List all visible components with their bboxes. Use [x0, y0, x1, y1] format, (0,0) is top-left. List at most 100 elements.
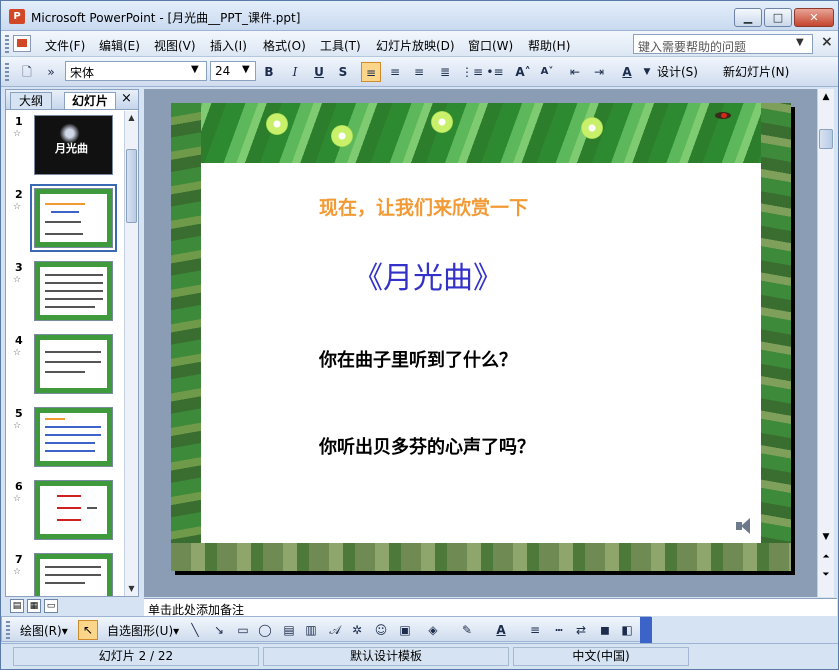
arrow-style-icon[interactable]: ⇄ — [572, 621, 590, 639]
underline-button[interactable]: U — [309, 62, 329, 82]
font-color-icon[interactable]: A — [617, 62, 637, 82]
slide-thumb-2[interactable]: 2 ☆ — [6, 184, 124, 254]
shadow-style-icon[interactable]: ◼ — [596, 621, 614, 639]
menu-edit[interactable]: 编辑(E) — [99, 37, 140, 54]
slide-thumbnail[interactable] — [34, 553, 113, 596]
slide-vertical-scrollbar[interactable]: ▲ ▼ ⏶ ⏷ — [817, 89, 834, 597]
wordart-icon[interactable]: 𝒜 — [326, 621, 344, 639]
rectangle-icon[interactable]: ▭ — [234, 621, 252, 639]
status-design-template[interactable]: 默认设计模板 — [263, 647, 509, 666]
slide-thumb-5[interactable]: 5 ☆ — [6, 403, 124, 473]
menu-window[interactable]: 窗口(W) — [468, 37, 513, 54]
current-slide[interactable]: 现在，让我们来欣赏一下 《月光曲》 你在曲子里听到了什么？ 你听出贝多芬的心声了… — [171, 103, 791, 571]
next-slide-icon[interactable]: ⏷ — [818, 567, 834, 583]
decrease-font-icon[interactable]: A˅ — [537, 62, 557, 82]
line-style-icon[interactable]: ≡ — [526, 621, 544, 639]
italic-button[interactable]: I — [285, 62, 305, 82]
align-right-icon[interactable]: ≡ — [409, 62, 429, 82]
3d-style-icon[interactable]: ◧ — [618, 621, 636, 639]
slideshow-view-icon[interactable]: ▭ — [44, 599, 58, 613]
maximize-button[interactable]: □ — [764, 8, 792, 27]
slide-thumbnail[interactable] — [30, 184, 117, 252]
align-center-icon[interactable]: ≡ — [385, 62, 405, 82]
menu-format[interactable]: 格式(O) — [263, 37, 306, 54]
fill-color-icon[interactable]: ◈ — [424, 621, 442, 639]
clip-art-icon[interactable]: ☺ — [372, 621, 390, 639]
diagram-icon[interactable]: ✲ — [348, 621, 366, 639]
scroll-down-icon[interactable]: ▼ — [125, 582, 138, 596]
font-color-dropdown-icon[interactable]: ▼ — [637, 62, 657, 82]
dash-style-icon[interactable]: ┅ — [550, 621, 568, 639]
font-color-icon[interactable]: A — [492, 621, 510, 639]
slide-title[interactable]: 《月光曲》 — [353, 253, 503, 297]
numbered-list-icon[interactable]: ⋮≡ — [461, 62, 483, 82]
menu-grip-handle[interactable] — [5, 35, 9, 53]
toolbar-grip-handle[interactable] — [6, 621, 10, 639]
align-left-icon[interactable]: ≡ — [361, 62, 381, 82]
title-bar[interactable]: P Microsoft PowerPoint - [月光曲__PPT_课件.pp… — [1, 1, 838, 31]
slide-thumbnail[interactable] — [34, 261, 113, 321]
decrease-indent-icon[interactable]: ⇤ — [565, 62, 585, 82]
slide-sorter-view-icon[interactable]: ▦ — [27, 599, 41, 613]
menu-view[interactable]: 视图(V) — [154, 37, 196, 54]
scrollbar-thumb[interactable] — [126, 149, 137, 223]
line-icon[interactable]: ╲ — [186, 621, 204, 639]
shadow-button[interactable]: S — [333, 62, 353, 82]
oval-icon[interactable]: ◯ — [256, 621, 274, 639]
document-icon[interactable] — [13, 35, 31, 52]
notes-pane[interactable]: 单击此处添加备注 — [144, 598, 837, 617]
autoshapes-menu-button[interactable]: 自选图形(U)▾ — [107, 622, 179, 639]
justify-icon[interactable]: ≣ — [435, 62, 455, 82]
text-box-icon[interactable]: ▤ — [280, 621, 298, 639]
menu-insert[interactable]: 插入(I) — [210, 37, 247, 54]
font-name-dropdown-icon[interactable]: ▼ — [191, 64, 199, 75]
help-dropdown-icon[interactable]: ▼ — [796, 37, 804, 48]
bullet-list-icon[interactable]: •≡ — [485, 62, 505, 82]
slide-thumb-6[interactable]: 6 ☆ — [6, 476, 124, 546]
slide-thumb-7[interactable]: 7 ☆ — [6, 549, 124, 596]
pane-close-icon[interactable]: × — [121, 91, 132, 106]
slide-thumb-4[interactable]: 4 ☆ — [6, 330, 124, 400]
minimize-button[interactable]: ▁ — [734, 8, 762, 27]
document-close-icon[interactable]: × — [821, 34, 833, 50]
increase-font-icon[interactable]: A˄ — [513, 62, 533, 82]
slide-thumbnail[interactable]: 月光曲 — [34, 115, 113, 175]
font-name-select[interactable]: 宋体 — [65, 61, 207, 81]
slide-thumb-1[interactable]: 1 ☆ 月光曲 — [6, 111, 124, 181]
thumbnail-scrollbar[interactable]: ▲ ▼ — [124, 111, 138, 596]
question-one-text[interactable]: 你在曲子里听到了什么？ — [319, 346, 517, 372]
scroll-up-icon[interactable]: ▲ — [818, 89, 834, 105]
question-two-text[interactable]: 你听出贝多芬的心声了吗？ — [319, 433, 535, 459]
select-objects-icon[interactable]: ↖ — [78, 620, 98, 640]
design-button[interactable]: 设计(S) — [657, 63, 698, 80]
bold-button[interactable]: B — [259, 62, 279, 82]
previous-slide-icon[interactable]: ⏶ — [818, 549, 834, 565]
menu-slideshow[interactable]: 幻灯片放映(D) — [376, 37, 455, 54]
new-document-icon[interactable]: 🗋 — [17, 62, 37, 82]
slide-thumbnail[interactable] — [34, 334, 113, 394]
scroll-up-icon[interactable]: ▲ — [125, 111, 138, 125]
scroll-down-icon[interactable]: ▼ — [818, 529, 834, 545]
vertical-text-box-icon[interactable]: ▥ — [302, 621, 320, 639]
slide-thumb-3[interactable]: 3 ☆ — [6, 257, 124, 327]
new-slide-button[interactable]: 新幻灯片(N) — [723, 63, 789, 80]
menu-help[interactable]: 帮助(H) — [528, 37, 570, 54]
slide-thumbnail[interactable] — [34, 407, 113, 467]
intro-text[interactable]: 现在，让我们来欣赏一下 — [319, 193, 528, 220]
toolbar-options-icon[interactable]: » — [41, 62, 61, 82]
powerpoint-app-icon[interactable]: P — [9, 9, 25, 24]
scrollbar-thumb[interactable] — [819, 129, 833, 149]
toolbar-options-icon[interactable] — [640, 617, 652, 643]
line-color-icon[interactable]: ✎ — [458, 621, 476, 639]
tab-slides[interactable]: 幻灯片 — [64, 92, 116, 109]
picture-icon[interactable]: ▣ — [396, 621, 414, 639]
normal-view-icon[interactable]: ▤ — [10, 599, 24, 613]
close-button[interactable]: ✕ — [794, 8, 834, 27]
increase-indent-icon[interactable]: ⇥ — [589, 62, 609, 82]
speaker-icon[interactable] — [736, 517, 756, 535]
slide-thumbnail[interactable] — [34, 480, 113, 540]
help-search-input[interactable]: 键入需要帮助的问题 — [633, 34, 813, 54]
draw-menu-button[interactable]: 绘图(R)▾ — [20, 622, 68, 639]
font-size-dropdown-icon[interactable]: ▼ — [242, 64, 250, 75]
arrow-icon[interactable]: ↘ — [210, 621, 228, 639]
